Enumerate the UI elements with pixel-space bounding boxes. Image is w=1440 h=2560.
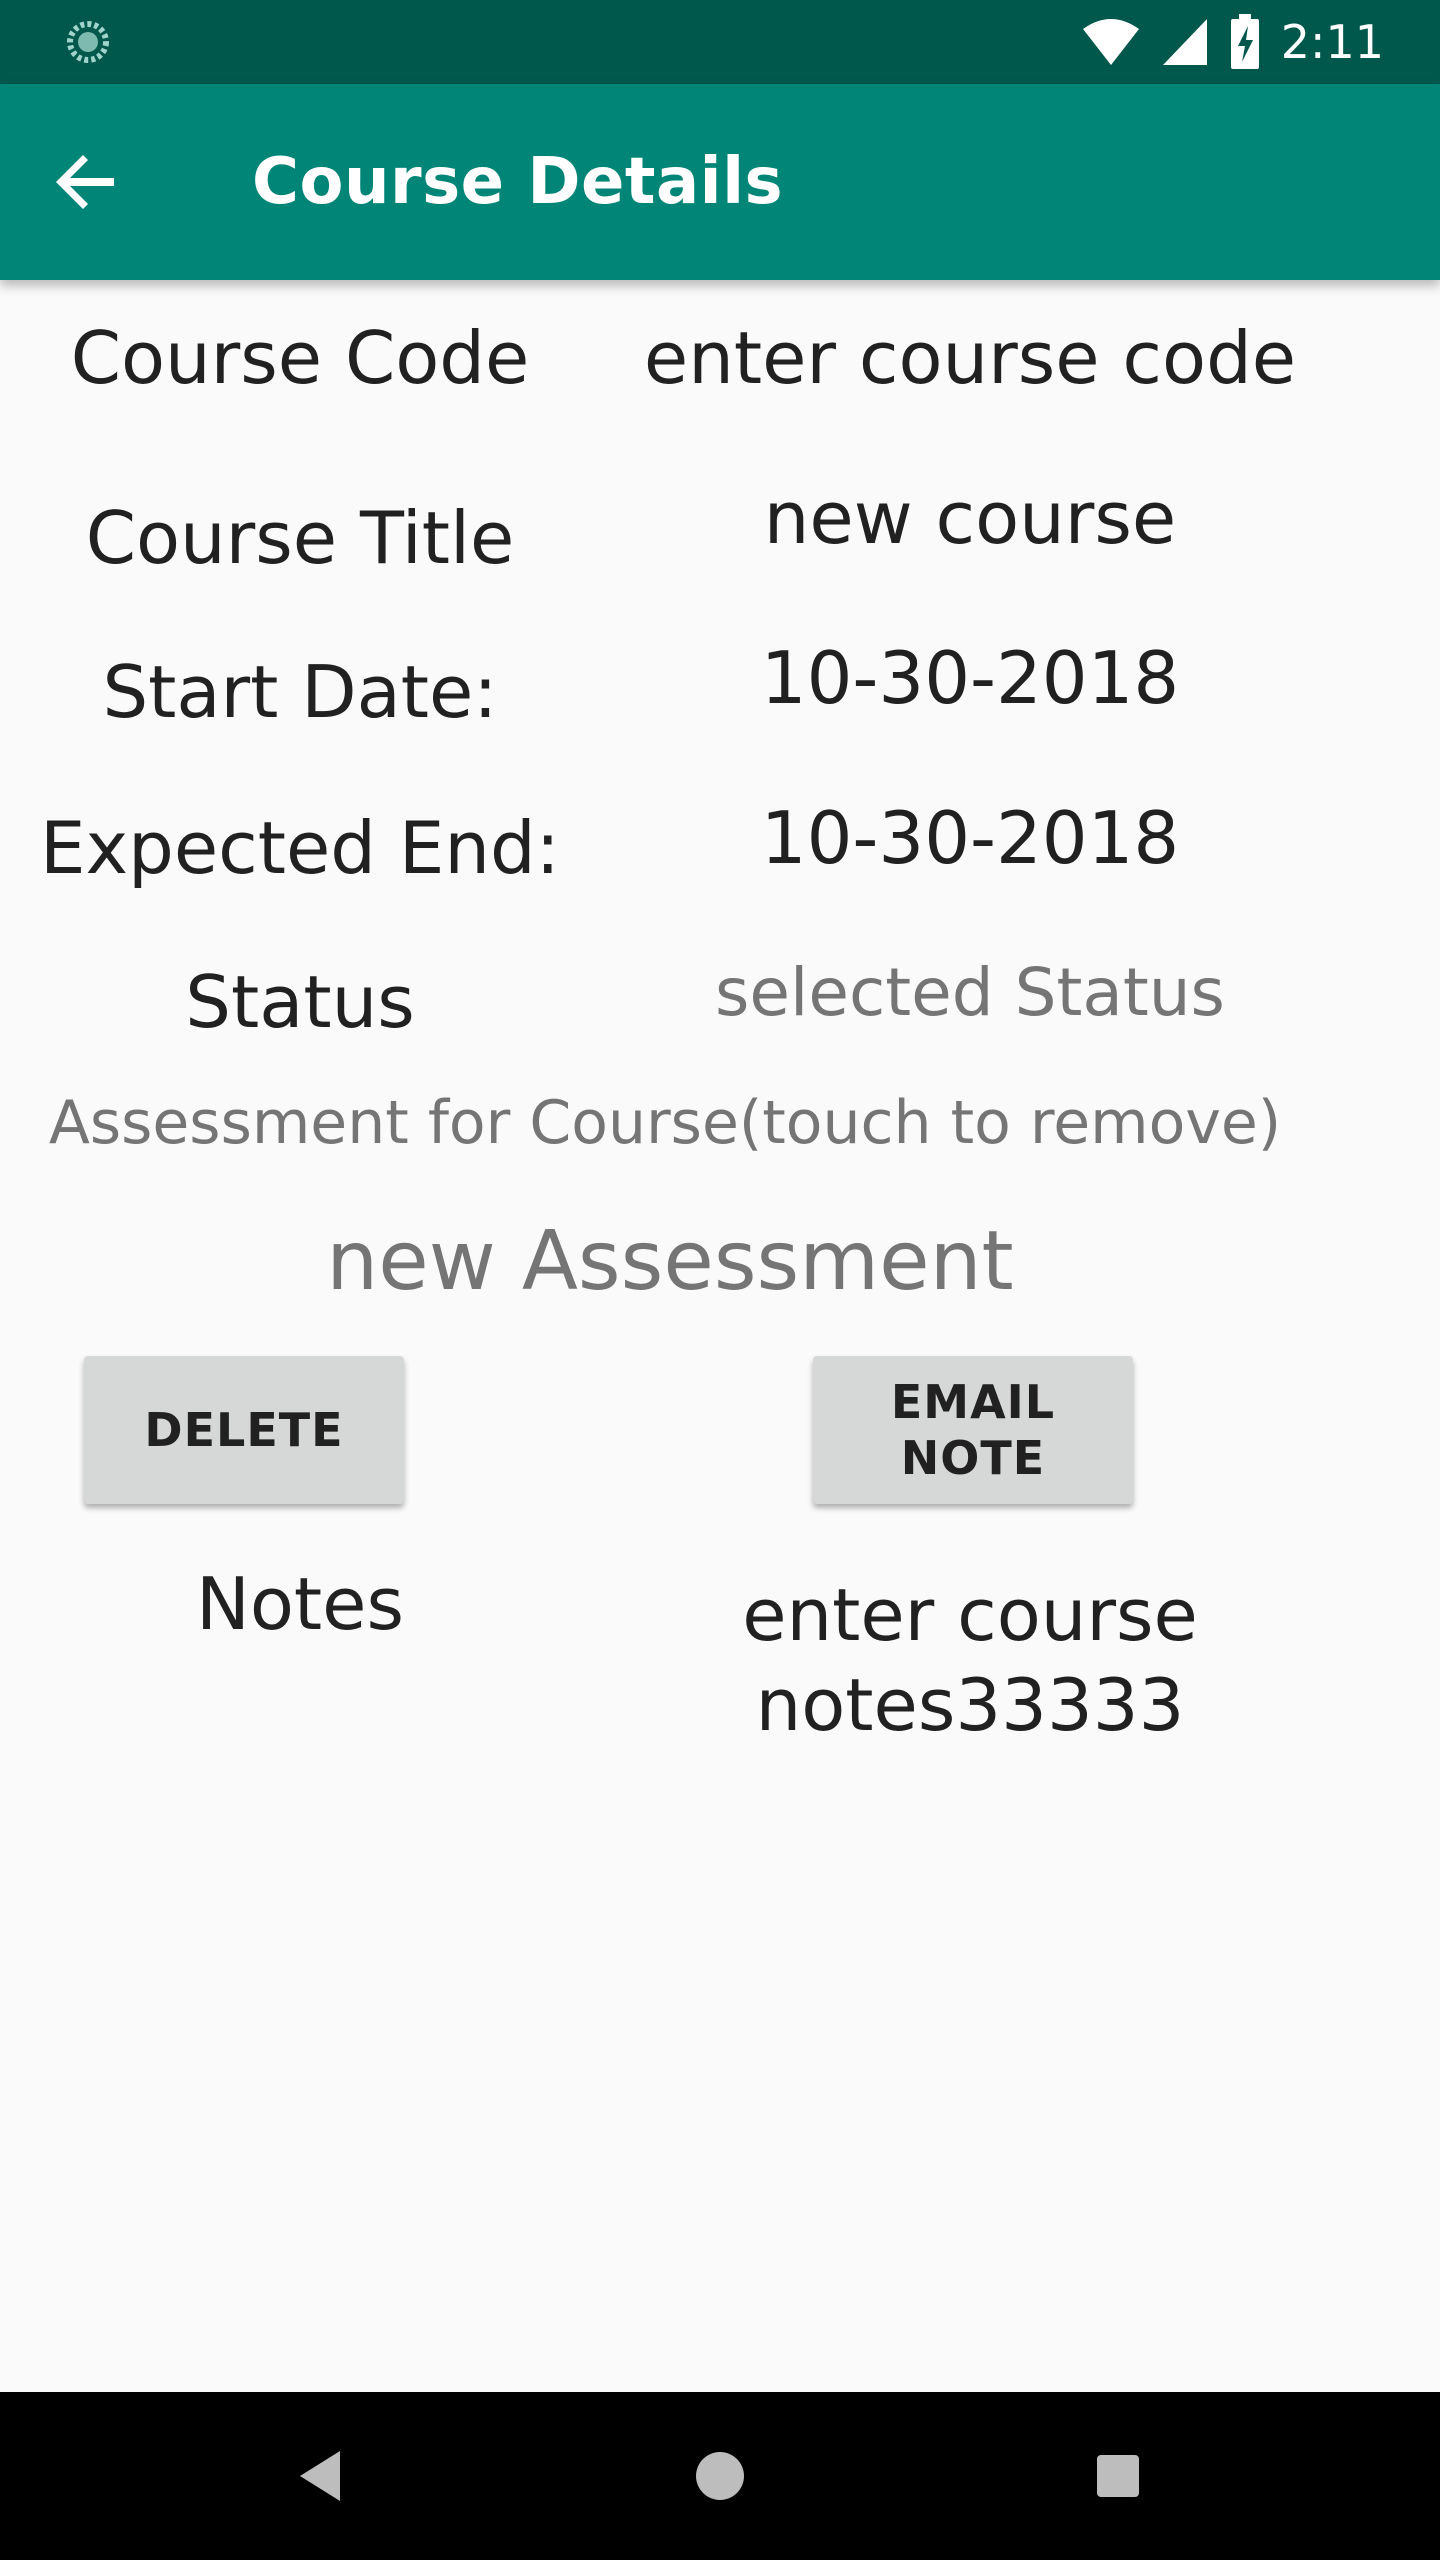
- page-title: Course Details: [252, 145, 784, 219]
- battery-charging-icon: [1230, 14, 1259, 69]
- signal-icon: [1162, 19, 1207, 65]
- navigation-bar: [0, 2392, 1440, 2560]
- delete-button[interactable]: DELETE: [84, 1356, 404, 1504]
- sync-icon: [67, 21, 109, 63]
- status-indicators: 2:11: [1081, 12, 1384, 72]
- wifi-icon: [1082, 19, 1139, 65]
- notes-label: Notes: [196, 1562, 404, 1646]
- notes-input[interactable]: enter course notes33333: [620, 1570, 1320, 1750]
- course-title-input[interactable]: new course: [620, 476, 1320, 560]
- back-button[interactable]: [40, 134, 136, 230]
- status-bar: 2:11: [0, 0, 1440, 84]
- assessment-list-header: Assessment for Course(touch to remove): [48, 1088, 1282, 1158]
- status-label: Status: [185, 960, 415, 1044]
- home-circle-icon: [696, 2452, 744, 2500]
- nav-home-button[interactable]: [670, 2426, 770, 2526]
- status-select[interactable]: selected Status: [620, 954, 1320, 1031]
- course-code-input[interactable]: enter course code: [620, 316, 1320, 400]
- email-note-button[interactable]: EMAIL NOTE: [813, 1356, 1133, 1504]
- back-arrow-icon: [56, 155, 114, 209]
- assessment-list-item[interactable]: new Assessment: [0, 1214, 1340, 1309]
- nav-recents-button[interactable]: [1068, 2426, 1168, 2526]
- status-time: 2:11: [1280, 15, 1384, 69]
- recents-square-icon: [1097, 2455, 1139, 2497]
- app-bar: Course Details: [0, 84, 1440, 280]
- course-details-form: Course Code enter course code Course Tit…: [0, 280, 1440, 2392]
- start-date-label: Start Date:: [102, 650, 498, 734]
- course-code-label: Course Code: [70, 316, 530, 400]
- nav-back-button[interactable]: [270, 2426, 370, 2526]
- expected-end-label: Expected End:: [40, 806, 560, 890]
- course-title-label: Course Title: [85, 496, 515, 580]
- back-triangle-icon: [300, 2451, 340, 2501]
- start-date-value[interactable]: 10-30-2018: [620, 636, 1320, 720]
- expected-end-value[interactable]: 10-30-2018: [620, 796, 1320, 880]
